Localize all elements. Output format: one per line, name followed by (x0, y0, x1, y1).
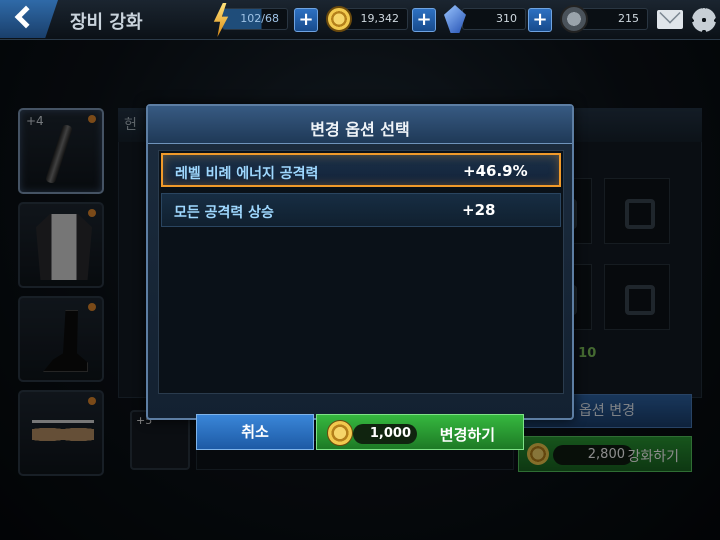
back-button[interactable] (0, 0, 58, 38)
option-list: 레벨 비례 에너지 공격력 +46.9% 모든 공격력 상승 +28 (158, 150, 564, 394)
change-cost: 1,000 (353, 424, 417, 444)
change-option-button[interactable]: 1,000 변경하기 (316, 414, 524, 450)
gear-icon[interactable] (692, 8, 716, 32)
option-value: +46.9% (463, 162, 528, 180)
page-title: 장비 강화 (70, 12, 143, 33)
option-row-all-attack[interactable]: 모든 공격력 상승 +28 (161, 193, 561, 227)
cancel-button[interactable]: 취소 (196, 414, 314, 450)
option-row-energy-attack[interactable]: 레벨 비례 에너지 공격력 +46.9% (161, 153, 561, 187)
token-icon (560, 5, 588, 33)
mail-icon[interactable] (657, 10, 683, 29)
token-counter: 215 (580, 8, 648, 30)
option-name: 모든 공격력 상승 (174, 205, 274, 221)
change-label: 변경하기 (439, 426, 495, 444)
dialog-header: 변경 옵션 선택 (148, 106, 572, 144)
dialog-title: 변경 옵션 선택 (310, 120, 410, 139)
option-select-dialog: 변경 옵션 선택 레벨 비례 에너지 공격력 +46.9% 모든 공격력 상승 … (146, 104, 574, 420)
option-name: 레벨 비례 에너지 공격력 (175, 166, 319, 182)
coin-icon (327, 420, 353, 446)
back-arrow-icon (14, 5, 38, 29)
add-coins-button[interactable]: + (412, 8, 436, 32)
energy-counter: 102/68 (222, 8, 288, 30)
crystal-counter: 310 (462, 8, 526, 30)
top-bar: 장비 강화 102/68 + 19,342 + 310 + 215 (0, 0, 720, 40)
add-energy-button[interactable]: + (294, 8, 318, 32)
add-crystals-button[interactable]: + (528, 8, 552, 32)
option-value: +28 (462, 201, 496, 219)
coin-icon (326, 6, 352, 32)
